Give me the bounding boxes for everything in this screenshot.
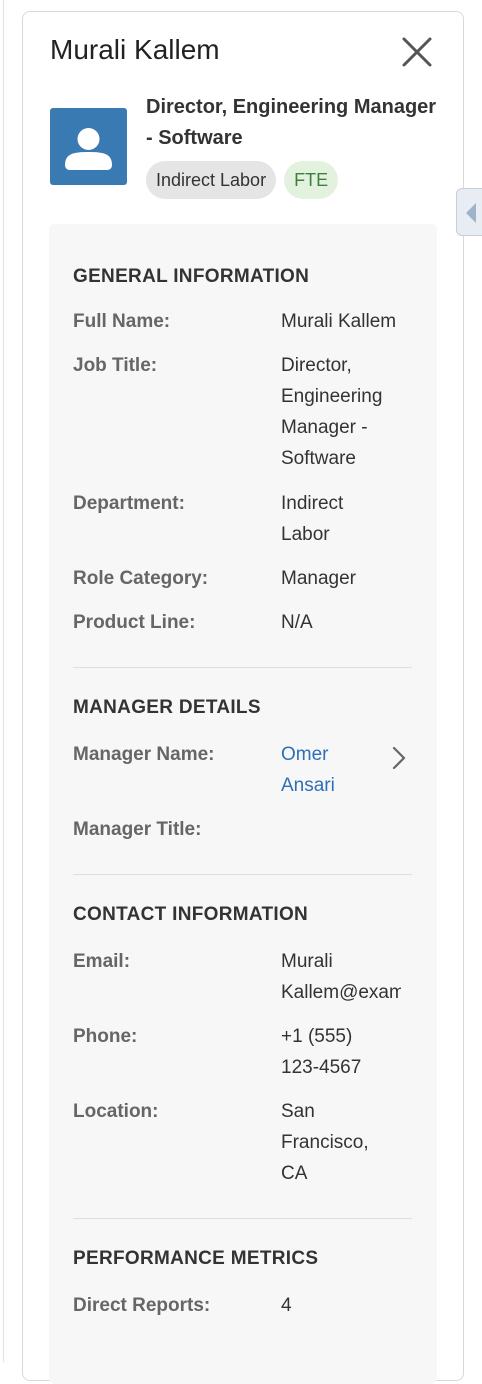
department-label: Department: (73, 493, 185, 514)
employment-type-badge: FTE (284, 161, 339, 199)
job-title-value: Director, Engineering Manager - Software (281, 355, 383, 469)
email-label: Email: (73, 951, 131, 972)
full-name-value: Murali Kallem (281, 311, 397, 332)
close-icon[interactable] (397, 32, 437, 72)
email-value: Murali Kallem@example.com (281, 946, 401, 1008)
collapse-panel-tab[interactable] (456, 188, 482, 236)
phone-value: +1 (555) 123-4567 (281, 1026, 362, 1078)
section-divider (73, 1218, 412, 1219)
product-line-label: Product Line: (73, 612, 196, 633)
job-title-heading: Director, Engineering Manager - Software (146, 96, 437, 149)
section-divider (73, 667, 412, 668)
job-title-label: Job Title: (73, 355, 158, 376)
panel-title: Murali Kallem (50, 34, 220, 65)
direct-reports-label: Direct Reports: (73, 1295, 211, 1316)
manager-details-heading: MANAGER DETAILS (73, 697, 261, 718)
badge-group: Indirect Labor FTE (146, 161, 339, 199)
department-badge: Indirect Labor (146, 161, 277, 199)
manager-name-link[interactable]: Omer Ansari (281, 739, 359, 801)
direct-reports-value: 4 (281, 1295, 292, 1316)
performance-metrics-heading: PERFORMANCE METRICS (73, 1248, 319, 1269)
email-line-2: Kallem@example.com (281, 982, 401, 1003)
chevron-left-icon (466, 203, 476, 223)
avatar (50, 108, 127, 185)
department-value: Indirect Labor (281, 493, 344, 545)
location-value: San Francisco, CA (281, 1101, 369, 1184)
general-information-heading: GENERAL INFORMATION (73, 266, 310, 287)
email-line-1: Murali (281, 951, 333, 972)
phone-label: Phone: (73, 1026, 138, 1047)
left-rail (0, 0, 4, 1362)
employee-detail-panel: Murali Kallem Director, Engineering Mana… (22, 11, 464, 1384)
role-category-value: Manager (281, 568, 356, 589)
location-label: Location: (73, 1101, 159, 1122)
contact-information-heading: CONTACT INFORMATION (73, 904, 309, 925)
full-name-label: Full Name: (73, 311, 171, 332)
user-avatar-icon (65, 128, 112, 170)
product-line-value: N/A (281, 612, 313, 633)
chevron-right-icon[interactable] (387, 744, 411, 772)
manager-name-label: Manager Name: (73, 744, 215, 765)
section-divider (73, 874, 412, 875)
role-category-label: Role Category: (73, 568, 209, 589)
details-card: GENERAL INFORMATION Full Name: Murali Ka… (49, 224, 437, 1384)
manager-title-label: Manager Title: (73, 819, 202, 840)
